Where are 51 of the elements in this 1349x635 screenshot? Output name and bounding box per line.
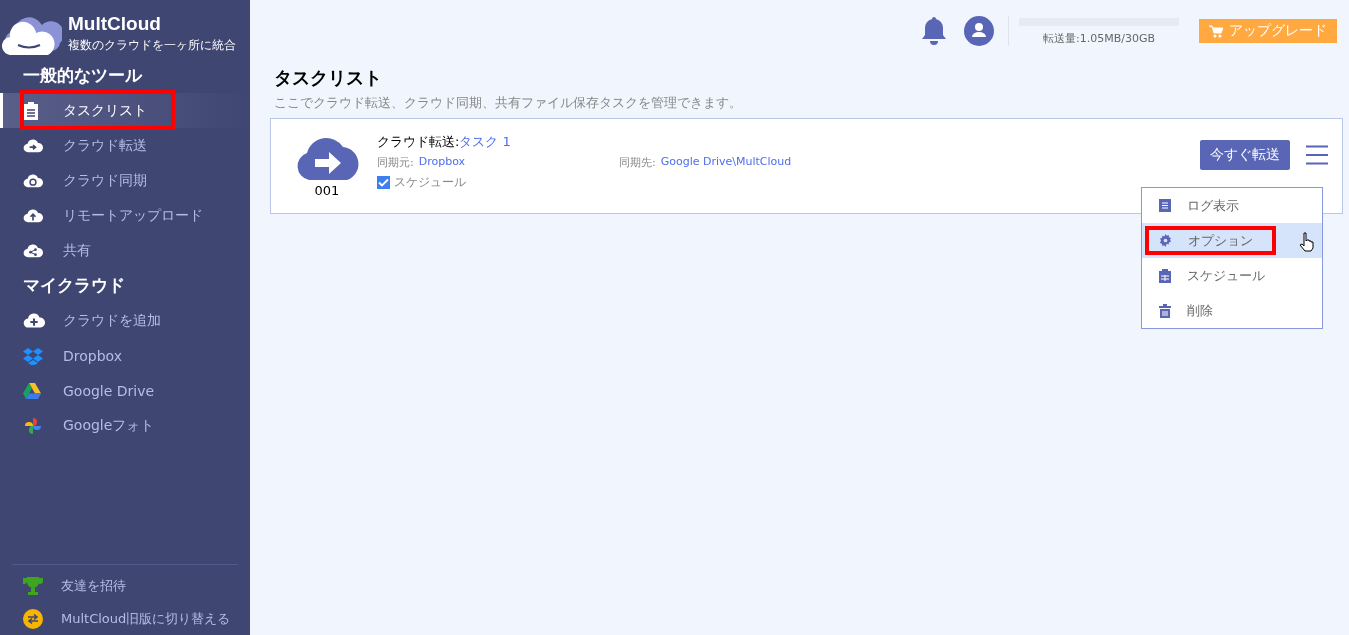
pinwheel-icon (23, 415, 43, 436)
brand-tagline: 複数のクラウドを一ヶ所に統合 (68, 36, 236, 54)
triangle-icon (23, 382, 41, 399)
hand-cursor-icon (1299, 232, 1315, 252)
list-icon (1159, 199, 1171, 212)
source-label: 同期元: (377, 155, 414, 170)
menu-item[interactable]: ログ表示 (1142, 188, 1322, 223)
menu-item[interactable]: オプション (1142, 223, 1322, 258)
trophy-icon (23, 575, 43, 596)
target-link[interactable]: Google Drive\MultCloud (660, 155, 792, 170)
bell-icon[interactable] (921, 16, 947, 46)
usage-reading: 転送量:1.05MB/30GB (1043, 31, 1155, 46)
brand-name: MultCloud (68, 12, 162, 35)
sidebar-item[interactable]: クラウドを追加 (0, 303, 250, 338)
page-title: タスクリスト (274, 66, 383, 90)
menu-item[interactable]: 削除 (1142, 293, 1322, 328)
sidebar-item[interactable]: Dropbox (0, 338, 250, 373)
calendar-icon (1159, 268, 1171, 283)
menu-item[interactable]: スケジュール (1142, 258, 1322, 293)
page-description: ここでクラウド転送、クラウド同期、共有ファイル保存タスクを管理できます。 (274, 94, 743, 112)
clipboard-icon (23, 101, 39, 120)
sidebar-item[interactable]: リモートアップロード (0, 198, 250, 233)
section-heading: マイクラウド (22, 274, 126, 297)
source-link[interactable]: Dropbox (418, 155, 466, 170)
task-name-link[interactable]: タスク 1 (459, 133, 511, 151)
sidebar-link[interactable]: 友達を招待 (12, 569, 238, 602)
open-box-icon (23, 346, 43, 365)
task-type: クラウド転送: (377, 133, 460, 151)
cloud-sync-icon (23, 173, 43, 188)
sidebar-item[interactable]: クラウド転送 (0, 128, 250, 163)
trash-icon (1159, 303, 1171, 318)
user-avatar-icon[interactable] (964, 16, 994, 46)
swap-icon (23, 608, 43, 629)
menu-icon[interactable] (1306, 145, 1328, 165)
task-number: 001 (314, 182, 340, 198)
cloud-share-icon (23, 243, 43, 258)
sidebar-item[interactable]: Googleフォト (0, 408, 250, 443)
schedule-label: スケジュール (394, 174, 466, 191)
target-label: 同期先: (619, 155, 656, 170)
sidebar-link[interactable]: MultCloud旧版に切り替える (12, 602, 238, 635)
cart-icon (1209, 24, 1223, 38)
cloud-upload-icon (23, 208, 43, 223)
sidebar-item[interactable]: クラウド同期 (0, 163, 250, 198)
cloud-plus-icon (23, 312, 45, 329)
schedule-checkbox[interactable] (377, 176, 390, 189)
sidebar-item[interactable]: Google Drive (0, 373, 250, 408)
section-heading: 一般的なツール (22, 64, 144, 87)
sidebar-item[interactable]: 共有 (0, 233, 250, 268)
transfer-now-button[interactable]: 今すぐ転送 (1200, 140, 1290, 170)
cloud-arrow-icon (23, 138, 43, 153)
gear-icon (1159, 234, 1172, 247)
